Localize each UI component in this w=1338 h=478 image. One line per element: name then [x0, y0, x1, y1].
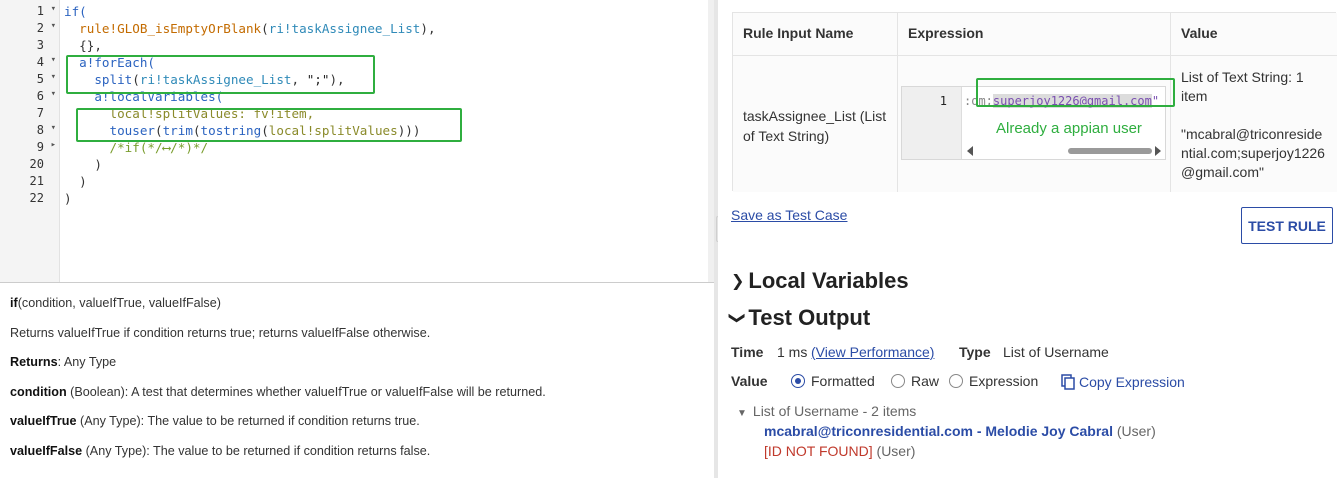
- column-header: Rule Input Name: [733, 13, 898, 55]
- time-label: Time: [731, 344, 764, 360]
- radio-expression[interactable]: [949, 374, 963, 388]
- line-number-gutter: 1 ▾ 2 ▾ 3 4 ▾ 5 ▾ 6 ▾ 7 8 ▾ 9 ▸ 20 21 22: [0, 0, 60, 282]
- radio-formatted[interactable]: [791, 374, 805, 388]
- gutter-line: 22: [29, 191, 44, 205]
- code-line: ): [64, 191, 72, 206]
- code-line: ): [94, 157, 102, 172]
- radio-raw-label[interactable]: Raw: [911, 373, 939, 389]
- gutter-line: 20: [29, 157, 44, 171]
- gutter-line: 21: [29, 174, 44, 188]
- doc-param: valueIfTrue (Any Type): The value to be …: [10, 414, 420, 428]
- chevron-right-icon: ❯: [731, 273, 745, 290]
- column-header: Value: [1171, 13, 1337, 55]
- test-rule-button[interactable]: TEST RULE: [1241, 207, 1333, 244]
- result-item: [ID NOT FOUND] (User): [764, 443, 916, 459]
- annotation-label: Already a appian user: [996, 120, 1142, 137]
- annotation-box-split: [66, 55, 375, 94]
- expression-editor-pane: 1 ▾ 2 ▾ 3 4 ▾ 5 ▾ 6 ▾ 7 8 ▾ 9 ▸ 20 21 22 if( ru…: [0, 0, 714, 478]
- copy-expression-link[interactable]: Copy Expression: [1079, 374, 1185, 390]
- function-documentation: if(condition, valueIfTrue, valueIfFalse)…: [0, 284, 714, 478]
- gutter-line: 3: [36, 38, 44, 52]
- value-cell: List of Text String: 1 item "mcabral@tri…: [1171, 55, 1337, 192]
- gutter-line: 1 ▾: [36, 4, 56, 18]
- doc-description: Returns valueIfTrue if condition returns…: [10, 326, 431, 340]
- time-value: 1 ms: [777, 344, 808, 360]
- code-line: if(: [64, 4, 87, 19]
- chevron-down-icon: ❯: [728, 311, 746, 325]
- gutter-line: 9 ▸: [36, 140, 56, 154]
- gutter-line: 6 ▾: [36, 89, 56, 103]
- result-item: mcabral@triconresidential.com - Melodie …: [764, 423, 1156, 439]
- fold-arrow-icon[interactable]: ▾: [51, 21, 56, 31]
- doc-returns: Returns: Any Type: [10, 355, 117, 369]
- annotation-box-touser: [76, 108, 462, 142]
- mini-line-gutter: 1: [902, 87, 962, 159]
- collapse-triangle-icon: ▼: [737, 408, 747, 419]
- code-line: {},: [79, 38, 102, 53]
- scroll-right-icon: [1155, 146, 1161, 156]
- section-local-variables[interactable]: ❯ Local Variables: [731, 268, 909, 294]
- radio-expression-label[interactable]: Expression: [969, 373, 1038, 389]
- view-performance-link[interactable]: (View Performance): [811, 344, 934, 360]
- copy-icon[interactable]: [1061, 374, 1075, 390]
- user-link[interactable]: mcabral@triconresidential.com - Melodie …: [764, 423, 1113, 439]
- section-test-output[interactable]: ❯ Test Output: [728, 305, 871, 331]
- gutter-line: 4 ▾: [36, 55, 56, 69]
- id-not-found-error: [ID NOT FOUND]: [764, 443, 873, 459]
- fold-arrow-icon[interactable]: ▾: [51, 72, 56, 82]
- fold-arrow-icon[interactable]: ▸: [51, 140, 56, 150]
- code-line: rule!GLOB_isEmptyOrBlank(ri!taskAssignee…: [79, 21, 436, 36]
- annotation-box-email: [976, 78, 1175, 107]
- code-editor[interactable]: 1 ▾ 2 ▾ 3 4 ▾ 5 ▾ 6 ▾ 7 8 ▾ 9 ▸ 20 21 22 if( ru…: [0, 0, 714, 283]
- gutter-line: 2 ▾: [36, 21, 56, 35]
- scroll-thumb: [1068, 148, 1152, 154]
- rule-input-name-cell: taskAssignee_List (List of Text String): [733, 55, 898, 192]
- radio-raw[interactable]: [891, 374, 905, 388]
- doc-param: valueIfFalse (Any Type): The value to be…: [10, 444, 431, 458]
- rule-inputs-table: Rule Input Name Expression Value taskAss…: [732, 12, 1337, 192]
- column-header: Expression: [898, 13, 1171, 55]
- type-label: Type: [959, 344, 991, 360]
- scroll-left-icon: [967, 146, 973, 156]
- radio-formatted-label[interactable]: Formatted: [811, 373, 875, 389]
- fold-arrow-icon[interactable]: ▾: [51, 55, 56, 65]
- horizontal-scrollbar[interactable]: [966, 145, 1162, 157]
- doc-signature: if(condition, valueIfTrue, valueIfFalse): [10, 296, 221, 310]
- value-label: Value: [731, 373, 768, 389]
- result-list-header[interactable]: ▼ List of Username - 2 items: [737, 403, 916, 419]
- gutter-line: 5 ▾: [36, 72, 56, 86]
- fold-arrow-icon[interactable]: ▾: [51, 4, 56, 14]
- doc-param: condition (Boolean): A test that determi…: [10, 385, 546, 399]
- gutter-line: 8 ▾: [36, 123, 56, 137]
- fold-arrow-icon[interactable]: ▾: [51, 123, 56, 133]
- gutter-line: 7: [36, 106, 44, 120]
- type-value: List of Username: [1003, 344, 1109, 360]
- fold-arrow-icon[interactable]: ▾: [51, 89, 56, 99]
- save-as-test-case-link[interactable]: Save as Test Case: [731, 207, 847, 223]
- code-line: ): [79, 174, 87, 189]
